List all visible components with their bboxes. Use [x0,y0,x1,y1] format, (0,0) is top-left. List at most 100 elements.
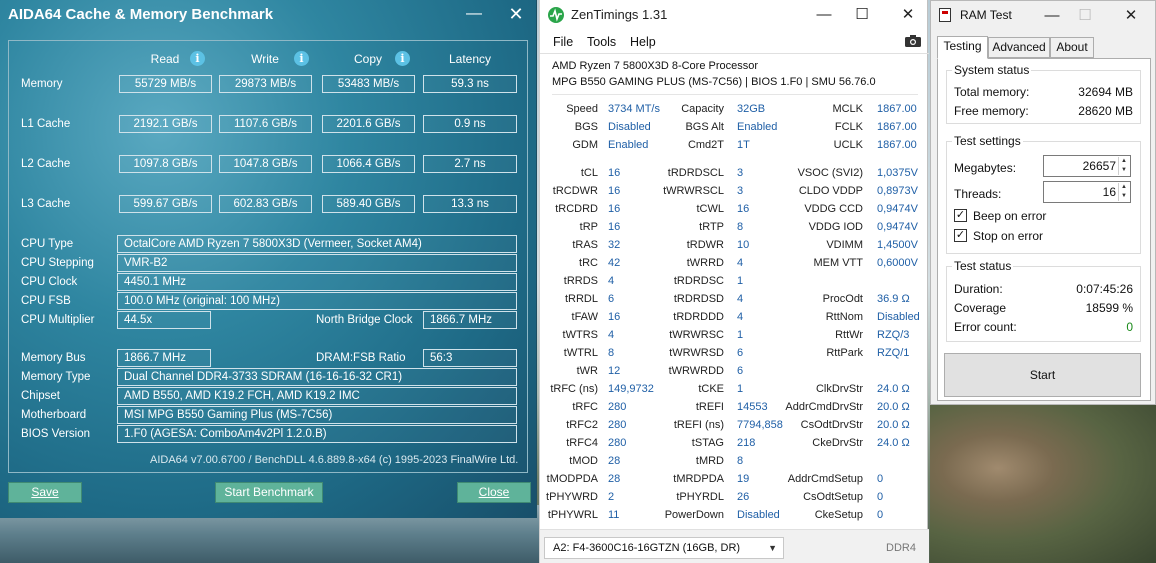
timing-label: tWRWRSCL [663,185,724,197]
info-icon[interactable]: i [395,51,410,66]
cpu-multiplier-label: CPU Multiplier [21,314,95,326]
start-button[interactable]: Start [944,353,1141,397]
timing-label: tPHYRDL [676,491,724,503]
timing-label: RttPark [826,347,863,359]
beep-on-error-label: Beep on error [973,209,1047,223]
timing-value: 11 [608,509,620,521]
timing-value: 4 [737,257,744,269]
l2-write-value: 1047.8 GB/s [219,155,312,173]
timing-value: 28 [608,473,621,485]
timing-value: 14553 [737,401,768,413]
l1-read-value: 2192.1 GB/s [119,115,212,133]
zentimings-logo-icon [548,7,564,23]
timing-value: 26 [737,491,750,503]
timing-value: 1 [737,329,744,341]
timing-value: 6 [608,293,615,305]
timing-label: tWTRL [563,347,598,359]
timing-value: 6 [737,365,744,377]
timing-value: 4 [737,293,744,305]
menu-file[interactable]: File [553,35,573,49]
bios-value: 1.F0 (AGESA: ComboAm4v2Pl 1.2.0.B) [117,425,517,443]
stop-on-error-checkbox[interactable]: ✓ [954,229,967,242]
save-button-label: Save [31,485,59,499]
cpu-type-label: CPU Type [21,238,74,250]
nb-clock-value: 1866.7 MHz [423,311,517,329]
bios-label: BIOS Version [21,428,91,440]
beep-on-error-checkbox[interactable]: ✓ [954,209,967,222]
tab-advanced[interactable]: Advanced [988,37,1050,58]
megabytes-value: 26657 [1082,159,1116,173]
timing-label: CLDO VDDP [798,185,863,197]
timing-label: Cmd2T [687,139,724,151]
menu-separator [540,53,929,54]
timing-label: Speed [566,103,598,115]
ramtest-title: RAM Test [960,8,1012,22]
zentimings-title: ZenTimings 1.31 [571,7,668,22]
timing-value: 4 [608,275,615,287]
maximize-icon[interactable]: ☐ [850,4,874,26]
memory-bus-value: 1866.7 MHz [117,349,211,367]
timing-value: 1 [737,275,744,287]
timing-label: tRRDL [564,293,598,305]
timing-label: UCLK [833,139,863,151]
stop-on-error-label: Stop on error [973,229,1044,243]
timing-value: 32GB [737,103,766,115]
close-icon[interactable]: ✕ [896,4,920,26]
close-icon[interactable]: ✕ [504,3,528,27]
close-icon[interactable]: ✕ [1120,5,1142,27]
timing-value: Enabled [737,121,778,133]
camera-icon[interactable] [904,34,922,48]
timing-value: 16 [608,221,621,233]
info-icon[interactable]: i [294,51,309,66]
timing-value: 12 [608,365,621,377]
system-status-title: System status [952,63,1032,77]
tab-about[interactable]: About [1050,37,1094,58]
test-status-group: Test status Duration: 0:07:45:26 Coverag… [946,259,1141,342]
save-button[interactable]: Save [8,482,82,503]
timing-label: Capacity [681,103,724,115]
timing-label: tMRD [695,455,724,467]
minimize-icon[interactable]: — [462,3,486,27]
aida-footer: AIDA64 v7.00.6700 / BenchDLL 4.6.889.8-x… [150,454,519,466]
minimize-icon[interactable]: — [812,4,836,26]
memory-latency-value: 59.3 ns [423,75,517,93]
chipset-value: AMD B550, AMD K19.2 FCH, AMD K19.2 IMC [117,387,517,405]
ramtest-window: RAM Test — ☐ ✕ Testing Advanced About Sy… [930,0,1156,405]
timing-value: 4 [608,329,615,341]
motherboard-value: MSI MPG B550 Gaming Plus (MS-7C56) [117,406,517,424]
timing-label: CsOdtDrvStr [800,419,863,431]
info-icon[interactable]: i [190,51,205,66]
error-count-value: 0 [1126,320,1133,334]
ramtest-app-icon [939,8,951,22]
coverage-value: 18599 % [1085,301,1133,315]
memory-read-value: 55729 MB/s [119,75,212,93]
memory-bus-label: Memory Bus [21,352,86,364]
dram-fsb-label: DRAM:FSB Ratio [316,352,406,364]
timing-label: VDDG CCD [804,203,863,215]
timing-value: 1,0375V [877,167,918,179]
start-benchmark-button[interactable]: Start Benchmark [215,482,323,503]
timing-value: 3 [737,185,744,197]
timing-label: tWRWRSC [669,329,724,341]
menu-tools[interactable]: Tools [587,35,616,49]
megabytes-spinner[interactable]: ▲ ▼ [1118,157,1129,175]
timing-value: 8 [608,347,615,359]
l3-read-value: 599.67 GB/s [119,195,212,213]
module-select[interactable]: A2: F4-3600C16-16GTZN (16GB, DR) ▼ [544,537,784,559]
tab-testing[interactable]: Testing [937,36,988,59]
timing-label: tRDRDSCL [667,167,724,179]
megabytes-input[interactable]: 26657 ▲ ▼ [1043,155,1131,177]
timing-label: ProcOdt [822,293,863,305]
minimize-icon[interactable]: — [1041,5,1063,27]
threads-input[interactable]: 16 ▲ ▼ [1043,181,1131,203]
timing-label: GDM [572,139,598,151]
row-label: Memory [21,78,63,90]
close-button[interactable]: Close [457,482,531,503]
free-memory-label: Free memory: [954,104,1029,118]
module-select-value: A2: F4-3600C16-16GTZN (16GB, DR) [553,542,741,554]
timing-label: tRFC (ns) [550,383,598,395]
cpu-name: AMD Ryzen 7 5800X3D 8-Core Processor [552,60,759,72]
threads-spinner[interactable]: ▲ ▼ [1118,183,1129,201]
timing-label: tWR [576,365,598,377]
menu-help[interactable]: Help [630,35,656,49]
